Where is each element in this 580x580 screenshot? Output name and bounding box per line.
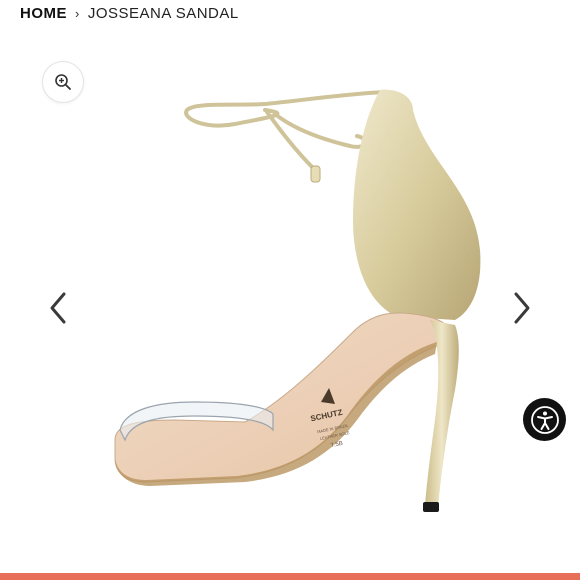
breadcrumb: HOME › JOSSEANA SANDAL: [20, 3, 239, 23]
aglet: [310, 165, 321, 183]
breadcrumb-current-page: JOSSEANA SANDAL: [87, 4, 239, 22]
breadcrumb-separator: ›: [75, 5, 80, 21]
chevron-left-icon: [50, 292, 66, 324]
zoom-in-icon: [55, 74, 71, 90]
zoom-button[interactable]: [42, 61, 84, 103]
bottom-accent-bar: [0, 573, 580, 580]
accessibility-icon: [530, 405, 559, 434]
product-image: SCHUTZ MADE IN BRAZIL LEATHER SOLE 7.5B: [114, 89, 481, 512]
accessibility-button[interactable]: [523, 398, 566, 441]
heel-counter: [353, 89, 481, 320]
next-image-button[interactable]: [510, 288, 534, 328]
previous-image-button[interactable]: [46, 288, 70, 328]
chevron-right-icon: [514, 292, 530, 324]
footbed: [114, 312, 456, 483]
insole-size: 7.5B: [330, 441, 343, 449]
heel-tip: [423, 502, 439, 512]
ankle-tie-tail: [265, 110, 317, 172]
breadcrumb-home-link[interactable]: HOME: [20, 5, 67, 22]
